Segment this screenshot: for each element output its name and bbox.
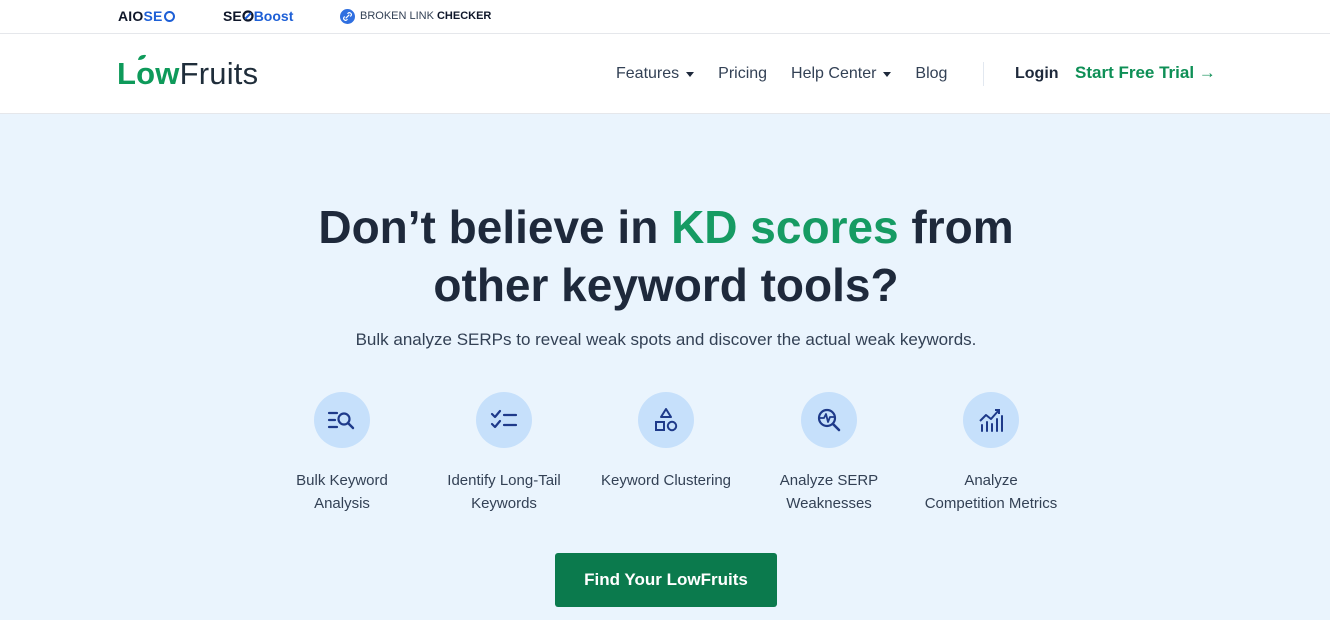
seoboost-o-icon xyxy=(242,10,254,22)
find-your-lowfruits-button[interactable]: Find Your LowFruits xyxy=(555,553,777,607)
lowfruits-logo[interactable]: LowFruits xyxy=(117,56,258,92)
start-free-trial-link[interactable]: Start Free Trial → xyxy=(1075,63,1216,83)
feature-analyze-competition-metrics: Analyze Competition Metrics xyxy=(906,392,1076,515)
headline-highlight: KD scores xyxy=(671,201,899,253)
seoboost-text: SE xyxy=(223,8,242,24)
hero-subtitle: Bulk analyze SERPs to reveal weak spots … xyxy=(355,330,977,349)
logo-fruits-text: Fruits xyxy=(179,56,259,91)
seoboost-boost-text: Boost xyxy=(253,8,294,24)
leaf-icon xyxy=(138,54,146,60)
nav-pricing[interactable]: Pricing xyxy=(718,65,767,83)
feature-label: Bulk Keyword Analysis xyxy=(296,472,388,512)
nav-features[interactable]: Features xyxy=(616,65,695,83)
nav-features-label: Features xyxy=(616,65,680,82)
nav-help-center-label: Help Center xyxy=(791,65,877,82)
feature-label: Analyze SERP Weaknesses xyxy=(779,472,879,512)
chart-icon xyxy=(963,392,1019,448)
logo-low-text: Low xyxy=(117,56,180,91)
headline-line2: other keyword tools? xyxy=(433,259,899,311)
aioseo-seo-text: SE xyxy=(143,8,163,24)
pulse-search-icon xyxy=(801,392,857,448)
nav-pricing-label: Pricing xyxy=(718,65,768,82)
aioseo-text: AIO xyxy=(118,8,144,24)
gear-icon xyxy=(163,10,175,22)
feature-identify-long-tail: Identify Long-Tail Keywords xyxy=(419,392,589,515)
nav-links: Features Pricing Help Center Blog xyxy=(616,34,971,114)
feature-keyword-clustering: Keyword Clustering xyxy=(581,392,751,492)
hero-section: Don’t believe in KD scores from other ke… xyxy=(0,114,1330,620)
blc-text: BROKEN LINK xyxy=(360,10,434,22)
nav-blog[interactable]: Blog xyxy=(915,65,947,83)
hero-headline: Don’t believe in KD scores from other ke… xyxy=(0,198,1330,314)
aioseo-logo[interactable]: AIO SE xyxy=(118,7,175,25)
feature-label: Analyze Competition Metrics xyxy=(924,472,1058,512)
login-link[interactable]: Login xyxy=(1015,65,1059,83)
link-icon xyxy=(340,8,355,24)
shapes-icon xyxy=(638,392,694,448)
broken-link-checker-logo[interactable]: BROKEN LINK CHECKER xyxy=(340,7,491,25)
brand-bar: AIO SE SE Boost BROKEN LINK CHECKER xyxy=(0,0,1330,34)
nav-divider xyxy=(983,62,984,86)
seoboost-logo[interactable]: SE Boost xyxy=(223,7,293,25)
feature-label: Identify Long-Tail Keywords xyxy=(447,472,561,512)
checklist-icon xyxy=(476,392,532,448)
nav-help-center[interactable]: Help Center xyxy=(791,65,892,83)
feature-label: Keyword Clustering xyxy=(600,472,732,489)
caret-down-icon xyxy=(686,71,695,77)
headline-pre: Don’t believe in xyxy=(318,201,672,253)
headline-post: from xyxy=(898,201,1014,253)
feature-bulk-keyword-analysis: Bulk Keyword Analysis xyxy=(257,392,427,515)
search-list-icon xyxy=(314,392,370,448)
feature-analyze-serp-weaknesses: Analyze SERP Weaknesses xyxy=(744,392,914,515)
blc-strong-text: CHECKER xyxy=(436,10,492,22)
nav-blog-label: Blog xyxy=(915,65,948,82)
main-nav: LowFruits Features Pricing Help Center B… xyxy=(0,34,1330,114)
caret-down-icon xyxy=(883,71,892,77)
